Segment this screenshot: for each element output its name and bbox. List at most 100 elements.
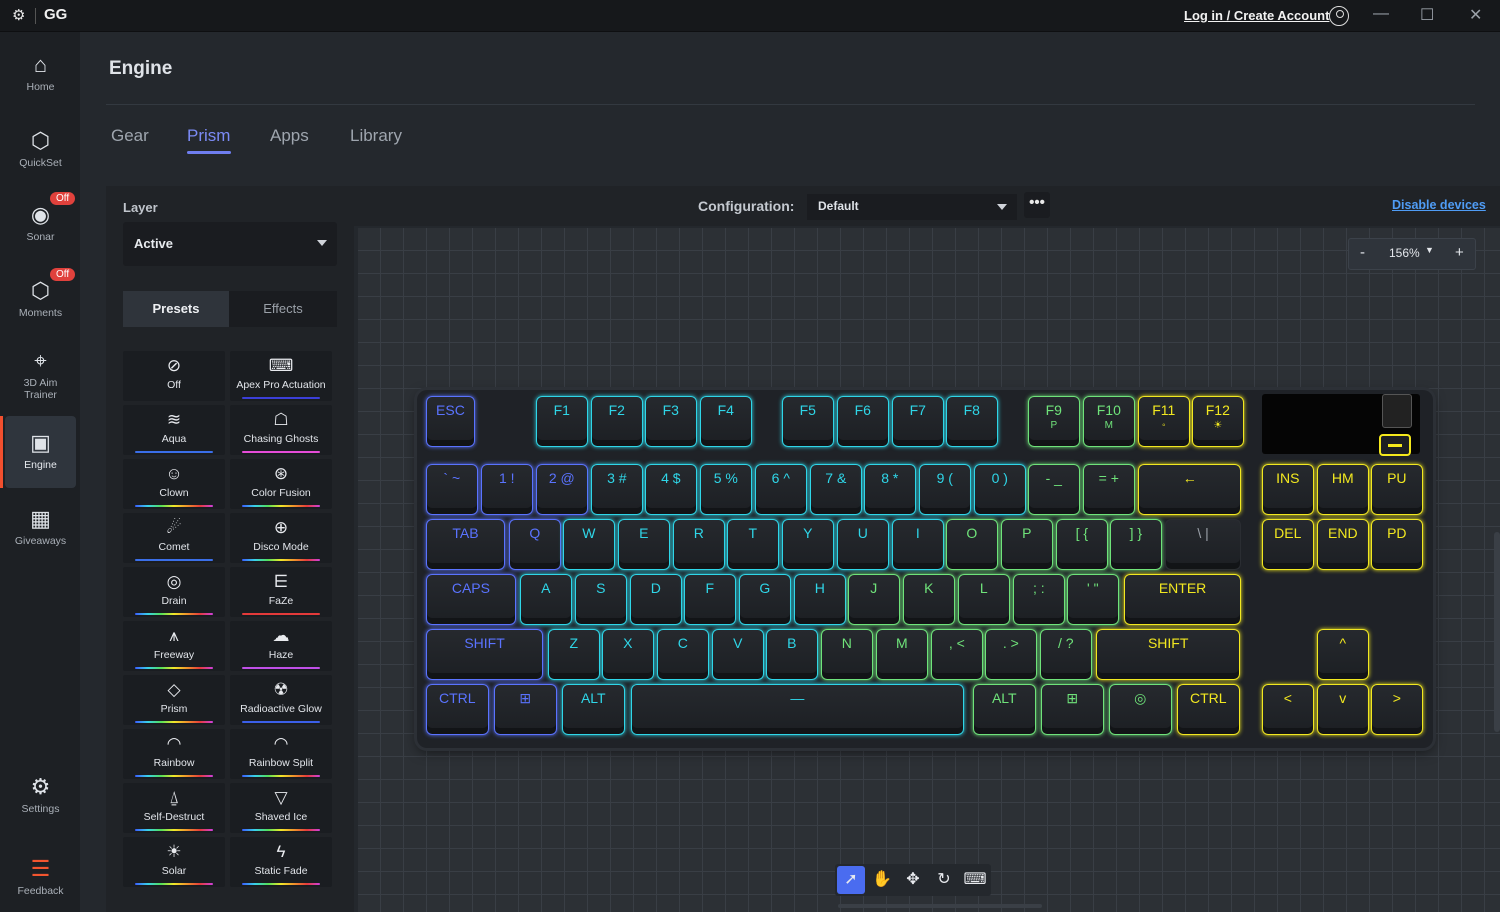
hand-icon[interactable]: ✋ (868, 866, 896, 894)
key-enter[interactable]: ENTER (1124, 574, 1242, 625)
key-3[interactable]: 3 # (591, 464, 643, 515)
key-f[interactable]: F (684, 574, 736, 625)
key-h[interactable]: H (794, 574, 846, 625)
key-f5[interactable]: F5 (782, 396, 834, 447)
preset-drain[interactable]: ◎ Drain (123, 567, 225, 617)
preset-static-fade[interactable]: ϟ Static Fade (230, 837, 332, 887)
key-f6[interactable]: F6 (837, 396, 889, 447)
select-arrow-icon[interactable]: ➚ (837, 866, 865, 894)
tab-library[interactable]: Library (350, 126, 402, 146)
key-2[interactable]: 2 @ (536, 464, 588, 515)
move-icon[interactable]: ✥ (899, 866, 927, 894)
control-wheel[interactable] (1382, 394, 1412, 428)
key-[interactable]: ` ~ (426, 464, 478, 515)
minimize-icon[interactable]: — (1373, 5, 1389, 23)
preset-clown[interactable]: ☺ Clown (123, 459, 225, 509)
disable-devices-link[interactable]: Disable devices (1392, 198, 1486, 212)
key-[interactable]: / ? (1040, 629, 1092, 680)
key-p[interactable]: P (1001, 519, 1053, 570)
effects-tab[interactable]: Effects (229, 291, 337, 327)
key-esc[interactable]: ESC (426, 396, 475, 447)
key-[interactable]: . > (985, 629, 1037, 680)
key-9[interactable]: 9 ( (919, 464, 971, 515)
key-r[interactable]: R (673, 519, 725, 570)
preset-prism[interactable]: ◇ Prism (123, 675, 225, 725)
nav-feedback[interactable]: ☰ Feedback (5, 856, 76, 897)
media-button[interactable] (1379, 434, 1411, 456)
key-t[interactable]: T (727, 519, 779, 570)
key-[interactable]: ◎ (1109, 684, 1172, 735)
key-alt[interactable]: ALT (973, 684, 1036, 735)
configuration-dropdown[interactable]: Default (807, 194, 1017, 220)
key-z[interactable]: Z (548, 629, 600, 680)
nav-sonar[interactable]: Off ◉ Sonar (5, 192, 76, 262)
key-[interactable]: ^ (1317, 629, 1369, 680)
nav-home[interactable]: ⌂ Home (5, 52, 76, 112)
preset-rainbow-split[interactable]: ◠ Rainbow Split (230, 729, 332, 779)
key-[interactable]: ] } (1110, 519, 1162, 570)
key-[interactable]: - _ (1028, 464, 1080, 515)
key-w[interactable]: W (563, 519, 615, 570)
key-[interactable]: , < (931, 629, 983, 680)
key-v[interactable]: v (1317, 684, 1369, 735)
key-pu[interactable]: PU (1371, 464, 1423, 515)
key-[interactable]: < (1262, 684, 1314, 735)
more-options-icon[interactable]: ••• (1024, 192, 1050, 218)
key-f8[interactable]: F8 (946, 396, 998, 447)
preset-solar[interactable]: ☀ Solar (123, 837, 225, 887)
key-[interactable]: > (1371, 684, 1423, 735)
tab-gear[interactable]: Gear (111, 126, 149, 146)
key-x[interactable]: X (602, 629, 654, 680)
key-end[interactable]: END (1317, 519, 1369, 570)
key-alt[interactable]: ALT (562, 684, 625, 735)
key-shift[interactable]: SHIFT (426, 629, 544, 680)
key-[interactable]: = + (1083, 464, 1135, 515)
key-a[interactable]: A (520, 574, 572, 625)
key-e[interactable]: E (618, 519, 670, 570)
key-g[interactable]: G (739, 574, 791, 625)
key-6[interactable]: 6 ^ (755, 464, 807, 515)
key-tab[interactable]: TAB (426, 519, 505, 570)
key-i[interactable]: I (892, 519, 944, 570)
key-[interactable]: ← (1138, 464, 1242, 515)
key-q[interactable]: Q (509, 519, 561, 570)
preset-freeway[interactable]: ⩚ Freeway (123, 621, 225, 671)
tab-apps[interactable]: Apps (270, 126, 309, 146)
layer-dropdown[interactable]: Active (123, 222, 337, 266)
key-[interactable]: [ { (1056, 519, 1108, 570)
key-f12[interactable]: F12 ☀ (1192, 396, 1244, 447)
preset-shaved-ice[interactable]: ▽ Shaved Ice (230, 783, 332, 833)
horizontal-scrollbar[interactable] (838, 904, 1042, 908)
preset-disco-mode[interactable]: ⊕ Disco Mode (230, 513, 332, 563)
preset-comet[interactable]: ☄ Comet (123, 513, 225, 563)
key-v[interactable]: V (712, 629, 764, 680)
preset-apex-pro-actuation[interactable]: ⌨ Apex Pro Actuation (230, 351, 332, 401)
rotate-icon[interactable]: ↻ (930, 866, 958, 894)
key-[interactable]: — (631, 684, 964, 735)
login-link[interactable]: Log in / Create Account (1184, 8, 1329, 23)
nav-giveaways[interactable]: ▦ Giveaways (5, 506, 76, 566)
preset-off[interactable]: ⊘ Off (123, 351, 225, 401)
key-8[interactable]: 8 * (864, 464, 916, 515)
key-pd[interactable]: PD (1371, 519, 1423, 570)
nav-aim-trainer[interactable]: ⌖ 3D Aim Trainer (5, 348, 76, 404)
key-7[interactable]: 7 & (810, 464, 862, 515)
key-1[interactable]: 1 ! (481, 464, 533, 515)
key-j[interactable]: J (848, 574, 900, 625)
key-[interactable]: ⊞ (494, 684, 557, 735)
preset-faze[interactable]: ⋿ FaZe (230, 567, 332, 617)
key-f7[interactable]: F7 (892, 396, 944, 447)
key-l[interactable]: L (958, 574, 1010, 625)
presets-tab[interactable]: Presets (123, 291, 229, 327)
key-n[interactable]: N (821, 629, 873, 680)
key-o[interactable]: O (946, 519, 998, 570)
key-[interactable]: \ | (1165, 519, 1242, 570)
key-ctrl[interactable]: CTRL (1177, 684, 1240, 735)
close-icon[interactable]: ✕ (1469, 5, 1482, 25)
nav-quickset[interactable]: ⬡ QuickSet (5, 128, 76, 188)
key-c[interactable]: C (657, 629, 709, 680)
preset-self-destruct[interactable]: ⍙ Self-Destruct (123, 783, 225, 833)
nav-moments[interactable]: Off ⬡ Moments (5, 268, 76, 338)
key-caps[interactable]: CAPS (426, 574, 516, 625)
key-f1[interactable]: F1 (536, 396, 588, 447)
